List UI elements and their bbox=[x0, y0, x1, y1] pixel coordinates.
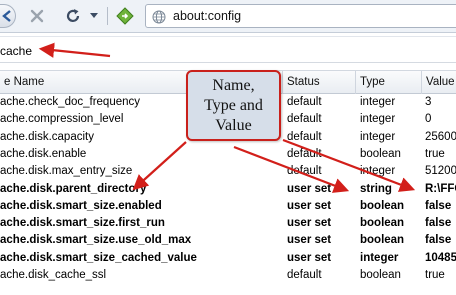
pref-status-cell: default bbox=[287, 113, 322, 126]
pref-type-cell: integer bbox=[360, 96, 396, 108]
column-header-value[interactable]: Value bbox=[422, 71, 456, 94]
pref-value-cell: 10485 bbox=[425, 251, 456, 264]
table-row[interactable]: ache.disk.smart_size_cached_value user se… bbox=[0, 250, 456, 267]
pref-value-cell: 256000 bbox=[425, 130, 456, 143]
back-button[interactable] bbox=[0, 4, 16, 28]
callout-box: Name, Type and Value bbox=[186, 70, 281, 141]
pref-status-cell: user set bbox=[287, 199, 332, 212]
pref-value-cell: true bbox=[425, 269, 445, 281]
pref-value-cell: 51200 bbox=[425, 165, 456, 178]
pref-name-cell: ache.disk_cache_ssl bbox=[0, 269, 107, 281]
column-header-status[interactable]: Status bbox=[283, 71, 356, 94]
stop-button[interactable] bbox=[26, 4, 48, 28]
pref-status-cell: default bbox=[287, 147, 322, 160]
pref-value-cell: 0 bbox=[425, 113, 432, 126]
callout-line: Name, bbox=[212, 76, 255, 94]
table-row[interactable]: ache.disk_cache_ssl default boolean true bbox=[0, 267, 456, 284]
table-row[interactable]: ache.disk.smart_size.use_old_max user set… bbox=[0, 232, 456, 249]
callout-line: Value bbox=[215, 116, 252, 134]
back-arrow-icon bbox=[1, 10, 11, 22]
toolbar-separator bbox=[107, 7, 108, 25]
pref-type-cell: boolean bbox=[360, 269, 401, 281]
pref-value-cell: R:\FFC bbox=[425, 182, 456, 195]
pref-status-cell: default bbox=[287, 130, 322, 143]
pref-type-cell: integer bbox=[360, 251, 399, 264]
pref-type-cell: integer bbox=[360, 113, 396, 126]
addon-diamond-icon bbox=[116, 7, 134, 25]
pref-name-cell: ache.disk.smart_size_cached_value bbox=[0, 251, 197, 264]
table-row[interactable]: ache.disk.max_entry_size default integer 51… bbox=[0, 163, 456, 180]
pref-status-cell: default bbox=[287, 96, 322, 108]
pref-type-cell: integer bbox=[360, 165, 396, 178]
pref-type-cell: boolean bbox=[360, 199, 405, 212]
table-row[interactable]: ache.disk.enable default boolean true bbox=[0, 146, 456, 163]
pref-name-cell: ache.disk.enable bbox=[0, 147, 87, 160]
pref-type-cell: boolean bbox=[360, 217, 405, 230]
pref-value-cell: true bbox=[425, 147, 445, 160]
pref-name-cell: ache.disk.max_entry_size bbox=[0, 165, 133, 178]
pref-type-cell: boolean bbox=[360, 147, 401, 160]
pref-type-cell: boolean bbox=[360, 234, 405, 247]
pref-name-cell: ache.disk.smart_size.first_run bbox=[0, 217, 165, 230]
pref-value-cell: false bbox=[425, 199, 452, 212]
globe-icon bbox=[152, 10, 166, 24]
stop-x-icon bbox=[30, 9, 44, 23]
table-row[interactable]: ache.disk.smart_size.first_run user set bo… bbox=[0, 215, 456, 232]
pref-status-cell: user set bbox=[287, 182, 332, 195]
pref-name-cell: ache.disk.smart_size.use_old_max bbox=[0, 234, 192, 247]
url-bar[interactable]: about:config bbox=[145, 4, 456, 28]
history-dropdown-button[interactable] bbox=[86, 4, 102, 28]
pref-status-cell: default bbox=[287, 165, 322, 178]
chevron-down-icon bbox=[90, 13, 98, 18]
pref-name-cell: ache.disk.smart_size.enabled bbox=[0, 199, 162, 212]
pref-type-cell: string bbox=[360, 182, 392, 195]
pref-status-cell: user set bbox=[287, 234, 332, 247]
column-header-type[interactable]: Type bbox=[356, 71, 422, 94]
callout-line: Type and bbox=[204, 96, 263, 114]
search-input[interactable]: cache bbox=[0, 44, 32, 58]
pref-value-cell: 3 bbox=[425, 96, 432, 108]
url-text: about:config bbox=[173, 9, 242, 23]
pref-status-cell: user set bbox=[287, 217, 332, 230]
pref-type-cell: integer bbox=[360, 130, 396, 143]
pref-status-cell: user set bbox=[287, 251, 332, 264]
pref-value-cell: false bbox=[425, 217, 452, 230]
table-row[interactable]: ache.disk.smart_size.enabled user set bool… bbox=[0, 198, 456, 215]
pref-status-cell: default bbox=[287, 269, 322, 281]
addon-button[interactable] bbox=[114, 4, 136, 28]
pref-value-cell: false bbox=[425, 234, 452, 247]
table-row[interactable]: ache.disk.parent_directory user set string… bbox=[0, 181, 456, 198]
navigation-toolbar: about:config bbox=[0, 0, 456, 33]
search-filter-bar[interactable]: cache bbox=[0, 36, 456, 63]
reload-icon bbox=[66, 9, 80, 22]
pref-name-cell: ache.disk.parent_directory bbox=[0, 182, 147, 195]
reload-button[interactable] bbox=[62, 4, 84, 28]
